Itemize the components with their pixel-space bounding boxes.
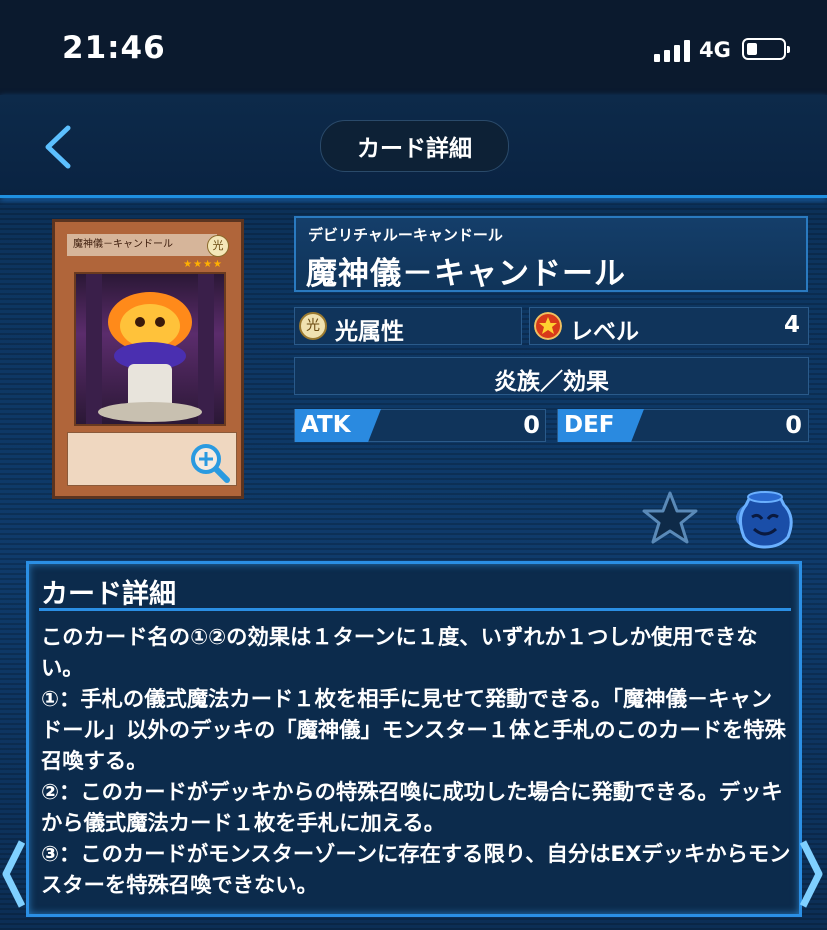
def-value: 0: [785, 411, 802, 439]
zoom-icon[interactable]: [189, 442, 231, 484]
card-name-ruby: デビリチャルーキャンドール: [308, 226, 503, 244]
favorite-star-icon[interactable]: [641, 490, 699, 546]
page-title: カード詳細: [320, 120, 509, 172]
monster-type: 炎族／効果: [494, 369, 609, 395]
details-title: カード詳細: [41, 579, 176, 610]
level-label: レベル: [570, 319, 639, 345]
card-artwork: [74, 272, 226, 426]
card-name: 魔神儀－キャンドール: [306, 256, 626, 292]
attribute-row: 光 光属性: [294, 307, 522, 345]
next-arrow-icon[interactable]: [799, 838, 825, 910]
level-row: レベル 4: [529, 307, 809, 345]
card-details-panel[interactable]: カード詳細 このカード名の①②の効果は１ターンに１度、いずれか１つしか使用できな…: [26, 561, 802, 917]
battery-icon: [742, 38, 790, 60]
card-image-attribute: 光: [207, 235, 229, 257]
level-value: 4: [783, 312, 800, 338]
details-divider: [39, 608, 791, 611]
card-name-box: デビリチャルーキャンドール 魔神儀－キャンドール: [294, 216, 808, 292]
signal-icon: [654, 40, 690, 62]
prev-arrow-icon[interactable]: [0, 838, 26, 910]
card-image-stars: ★★★★: [183, 259, 223, 270]
back-arrow-icon[interactable]: [40, 124, 80, 170]
light-attribute-icon: 光: [299, 312, 327, 340]
card-effect-text: このカード名の①②の効果は１ターンに１度、いずれか１つしか使用できない。 ①：手…: [41, 625, 791, 898]
attribute-label: 光属性: [335, 319, 404, 345]
pot-icon[interactable]: [730, 487, 800, 549]
atk-value: 0: [523, 411, 540, 439]
card-image[interactable]: 魔神儀－キャンドール 光 ★★★★: [52, 219, 244, 499]
type-row: 炎族／効果: [294, 357, 809, 395]
atk-label: ATK: [295, 409, 381, 442]
level-star-icon: [534, 312, 562, 340]
def-label: DEF: [558, 409, 644, 442]
status-bar: 21:46 4G: [0, 0, 827, 95]
status-time: 21:46: [62, 30, 166, 66]
network-type: 4G: [699, 38, 731, 62]
card-image-name: 魔神儀－キャンドール: [67, 234, 217, 256]
